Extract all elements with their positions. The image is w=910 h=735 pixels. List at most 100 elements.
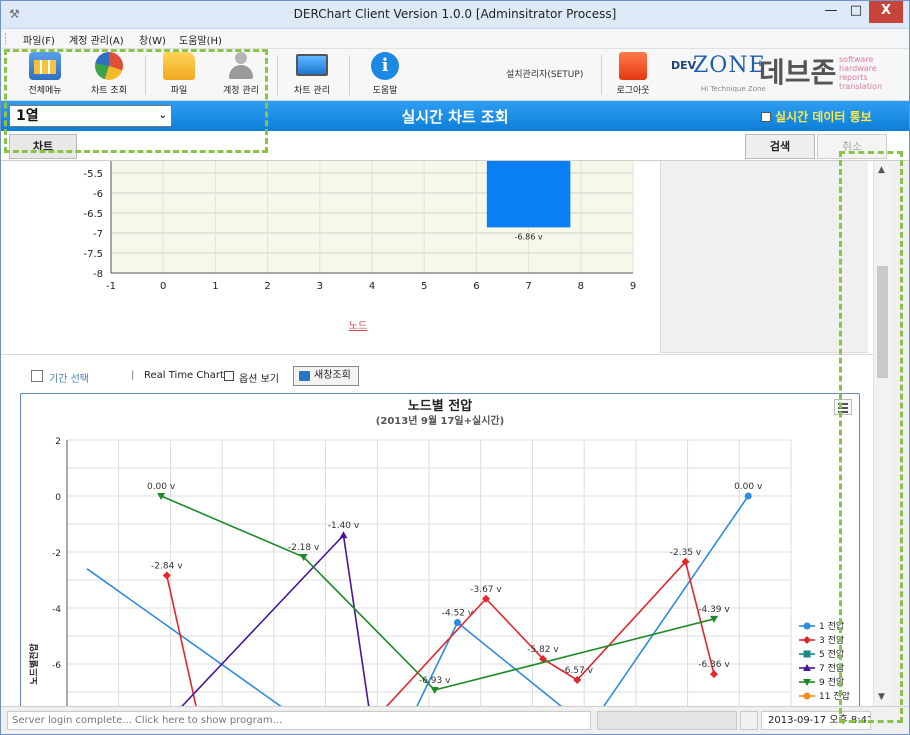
toolbar-chart-manage-button[interactable]: 차트 관리 [283,52,341,98]
chart-menu-button[interactable] [834,399,852,415]
point-data-label: -6.36 v [698,660,730,670]
x-tick-label: 0 [160,281,166,292]
legend-label: 9 전압 [819,676,844,688]
menu-file[interactable]: 파일(F) [23,32,55,47]
toolbar-file-button[interactable]: 파일 [151,52,207,98]
menu-window[interactable]: 창(W) [139,32,166,47]
scroll-thumb[interactable] [877,266,888,378]
point-data-label: -5.82 v [527,645,559,655]
vertical-scrollbar[interactable]: ▲ ▼ [873,161,891,706]
close-button[interactable]: X [869,1,903,23]
data-point [744,492,752,500]
point-data-label: -2.84 v [151,562,183,572]
title-bar: ⚒ DERChart Client Version 1.0.0 [Adminsi… [1,1,909,29]
legend-label: 5 전압 [819,648,844,660]
show-options-label[interactable]: 옵션 보기 [239,370,279,385]
legend-label: 3 전압 [819,634,844,646]
x-tick-label: -1 [106,281,116,292]
y-tick-label: -7 [93,229,103,240]
y-axis-label: 노드별전압 [28,643,40,685]
toolbar-account-button[interactable]: 계정 관리 [213,52,269,98]
status-datetime: 2013-09-17 오후 8:42 [761,711,871,730]
realtime-notify-checkbox[interactable] [761,112,771,122]
data-point [162,571,171,580]
point-data-label: 0.00 v [147,482,176,492]
line-chart-panel: 노드별 전압 (2013년 9월 17일+실시간) 2 0 -2 -4 -6 노드별전압 -4.… [20,393,860,706]
folder-icon [163,52,195,80]
show-options-checkbox[interactable] [224,371,234,381]
scroll-down-icon[interactable]: ▼ [878,692,885,702]
toolbar-separator [349,55,350,95]
toolbar-help-button[interactable]: i 도움말 [357,52,413,98]
status-bar: Server login complete... Click here to s… [1,706,909,734]
bar-data-label: -6.86 v [515,232,543,241]
realtime-notify-toggle[interactable]: 실시간 데이터 통보 [761,108,872,125]
setup-button[interactable]: 설치관리자(SETUP) [506,67,583,80]
toolbar-separator [601,55,602,95]
chart-options-row: 기간 선택 | Real Time Chart 옵션 보기 새창조회 [1,363,873,389]
monitor-icon [296,54,328,76]
chart-subtitle: (2013년 9월 17일+실시간) [376,414,504,427]
pie-chart-icon [95,52,123,80]
cancel-button[interactable]: 취소 [817,134,887,159]
series-line [181,533,370,706]
data-point [803,692,811,700]
user-icon [225,52,257,80]
y-tick-label: 0 [55,493,61,503]
toolbar-separator [145,55,146,95]
x-tick-label: 7 [525,281,531,292]
data-point [454,619,461,627]
search-button[interactable]: 검색 [745,134,815,159]
point-data-label: -6.57 v [561,666,593,676]
content-area: -5.5 -6 -6.5 -7 -7.5 -8 -1 0 1 2 3 4 5 6 7 8 9 -6.86 v 노드 … [1,161,873,706]
legend-label: 11 전압 [819,690,850,702]
chart-title: 노드별 전압 [408,398,472,414]
scroll-up-icon[interactable]: ▲ [878,165,885,175]
x-axis-label: 노드 [349,320,367,332]
app-window: ⚒ DERChart Client Version 1.0.0 [Adminsi… [0,0,910,735]
x-tick-label: 4 [369,281,375,292]
realtime-chart-label: Real Time Chart [144,370,224,381]
new-window-search-button[interactable]: 새창조회 [293,366,359,386]
data-point [430,687,439,695]
menu-help[interactable]: 도움말(H) [179,32,222,47]
y-tick-label: -7.5 [83,249,103,260]
data-point [710,670,718,679]
y-tick-label: -4 [52,605,61,615]
menu-account[interactable]: 계정 관리(A) [69,32,124,47]
point-data-label: -1.40 v [328,521,360,531]
header-bar: 1열 ⌄ 실시간 차트 조회 실시간 데이터 통보 [1,101,909,131]
x-tick-label: 1 [212,281,218,292]
legend-label: 1 전압 [819,620,844,632]
maximize-button[interactable]: □ [844,1,868,23]
status-message[interactable]: Server login complete... Click here to s… [7,711,591,730]
point-data-label: -2.35 v [670,548,702,558]
toolbar-all-menu-button[interactable]: 전체메뉴 [15,52,75,98]
x-tick-label: 2 [264,281,270,292]
minimize-button[interactable]: — [819,1,843,23]
bar-chart: -5.5 -6 -6.5 -7 -7.5 -8-1 0 1 2 3 4 5 6 7 8 9 -6.86 v 노드 [83,161,636,332]
point-data-label: 0.00 v [734,482,763,492]
period-select-link[interactable]: 기간 선택 [49,370,89,385]
tab-chart[interactable]: 차트 [9,134,77,159]
bar [486,161,571,228]
tab-row: 차트 검색 취소 [1,131,909,161]
menu-grip [5,33,8,45]
new-window-icon [299,371,310,381]
side-panel [660,161,868,353]
x-tick-label: 3 [317,281,323,292]
x-tick-label: 8 [578,281,584,292]
status-progress [597,711,737,730]
toolbar: 전체메뉴 차트 조회 파일 계정 관리 차트 관리 i 도움말 설치관리자(SE… [1,49,909,101]
calendar-icon[interactable] [31,370,43,382]
logout-button[interactable]: 로그아웃 [609,52,657,98]
devzone-logo: DEV ZONE Hi Technique Zone 데브존 software … [671,53,883,93]
point-data-label: -4.39 v [698,605,730,615]
data-point [803,650,811,658]
menu-bar: 파일(F) 계정 관리(A) 창(W) 도움말(H) [1,29,909,49]
toolbar-chart-view-button[interactable]: 차트 조회 [79,52,139,98]
line-chart: 노드별 전압(2013년 9월 17일+실시간) 2 0 -2 -4 -6 노드별전압 -4.… [28,398,850,706]
y-tick-label: -6 [52,661,61,671]
y-tick-label: -5.5 [83,169,103,180]
toolbar-separator [277,55,278,95]
